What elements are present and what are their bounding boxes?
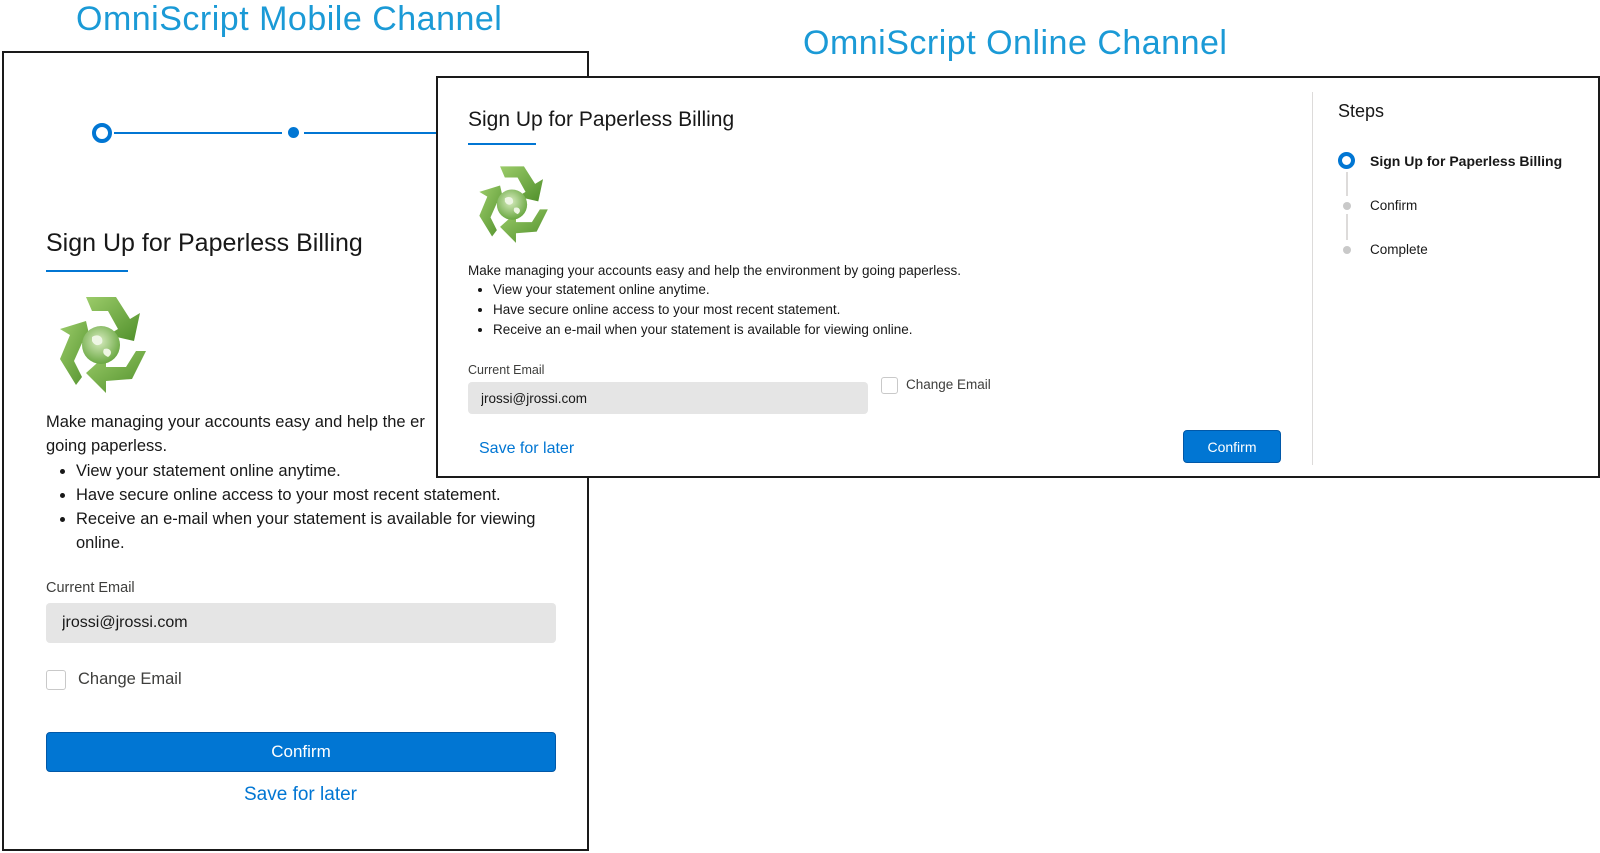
save-for-later-link[interactable]: Save for later (4, 784, 587, 806)
step-pending-icon (1343, 202, 1351, 210)
step-item-sign-up[interactable]: Sign Up for Paperless Billing (1370, 153, 1562, 169)
progress-connector (114, 132, 282, 134)
change-email-checkbox[interactable] (46, 670, 66, 690)
steps-title: Steps (1338, 101, 1385, 121)
page-title: Sign Up for Paperless Billing (468, 108, 735, 131)
list-item: Receive an e-mail when your statement is… (493, 320, 912, 340)
list-item: Have secure online access to your most r… (76, 483, 566, 507)
current-email-field[interactable] (468, 382, 868, 414)
title-underline (46, 270, 128, 272)
step-connector (1346, 214, 1348, 240)
current-email-field[interactable] (46, 603, 556, 643)
list-item: View your statement online anytime. (493, 280, 912, 300)
step-item-confirm[interactable]: Confirm (1370, 198, 1417, 213)
confirm-button[interactable]: Confirm (1183, 430, 1281, 463)
benefits-list: View your statement online anytime. Have… (468, 280, 912, 340)
change-email-label: Change Email (906, 377, 991, 392)
page-title: Sign Up for Paperless Billing (46, 229, 363, 257)
online-channel-frame: Sign Up for Paperless Billing Make manag… (436, 76, 1600, 478)
recycle-globe-icon (46, 289, 156, 397)
current-email-label: Current Email (468, 363, 545, 377)
progress-step-current-icon (92, 123, 112, 143)
change-email-label: Change Email (78, 670, 182, 688)
mobile-channel-label: OmniScript Mobile Channel (76, 0, 503, 38)
title-underline (468, 143, 536, 145)
confirm-button[interactable]: Confirm (46, 732, 556, 772)
list-item: Receive an e-mail when your statement is… (76, 507, 566, 555)
current-email-label: Current Email (46, 580, 135, 596)
steps-divider (1312, 92, 1313, 465)
step-pending-icon (1343, 246, 1351, 254)
list-item: Have secure online access to your most r… (493, 300, 912, 320)
change-email-checkbox[interactable] (881, 377, 898, 394)
save-for-later-link[interactable]: Save for later (479, 440, 574, 458)
intro-text: Make managing your accounts easy and hel… (468, 263, 962, 278)
progress-step-next-icon (288, 127, 299, 138)
online-channel-label: OmniScript Online Channel (803, 24, 1228, 62)
step-item-complete[interactable]: Complete (1370, 242, 1428, 257)
step-connector (1346, 172, 1348, 196)
step-current-icon (1338, 152, 1355, 169)
recycle-globe-icon (468, 160, 556, 246)
